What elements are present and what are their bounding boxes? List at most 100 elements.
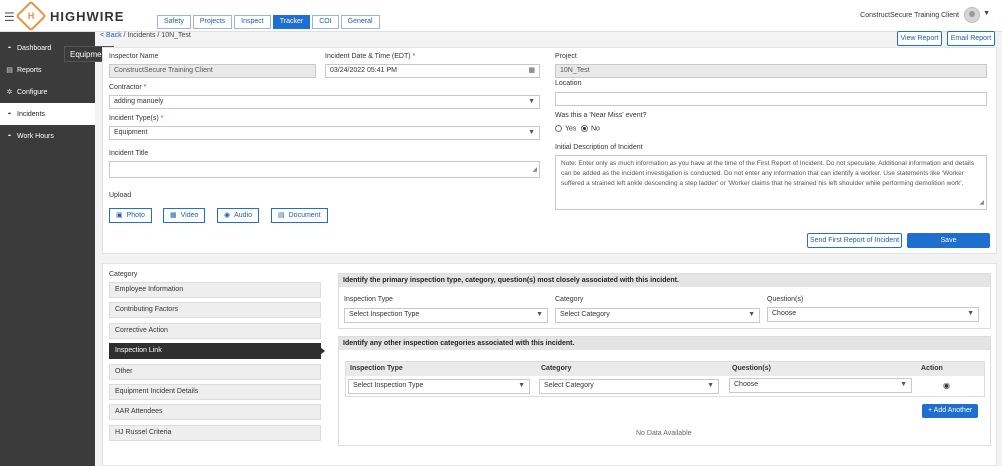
empty-state-text: No Data Available (636, 430, 692, 437)
near-miss-label: Was this a 'Near Miss' event? (555, 112, 647, 119)
avatar[interactable] (964, 7, 980, 23)
row-inspection-type-select[interactable]: Select Inspection Type ▼ (348, 379, 530, 394)
datetime-field[interactable]: 03/24/2022 05:41 PM ▦ (325, 64, 540, 78)
contractor-label: Contractor * (109, 84, 146, 91)
description-textarea[interactable]: Note: Enter only as much information as … (555, 155, 987, 210)
view-report-button[interactable]: View Report (897, 31, 942, 46)
image-icon: ▣ (116, 212, 123, 219)
sidebar-item-label: Configure (17, 88, 48, 96)
document-icon: ▤ (6, 67, 13, 74)
film-icon: ▦ (170, 212, 177, 219)
sidebar-item-work-hours[interactable]: ◓ Work Hours (0, 125, 95, 147)
dashboard-icon: ◓ (7, 44, 12, 52)
incident-title-field[interactable]: ◢ (109, 161, 540, 178)
upload-photo-button[interactable]: ▣ Photo (109, 208, 152, 223)
hamburger-menu-icon[interactable]: ☰ (4, 10, 15, 24)
category-select[interactable]: Select Category ▼ (555, 308, 760, 323)
category-item[interactable]: Employee Information (109, 282, 321, 298)
logo-mark-letter: H (27, 11, 35, 21)
document-icon: ▤ (278, 212, 285, 219)
sidebar-item-incidents[interactable]: ◓ Incidents (0, 103, 95, 125)
other-inspection-heading: Identify any other inspection categories… (339, 337, 990, 350)
category-item-active[interactable]: Inspection Link (109, 343, 325, 359)
user-name[interactable]: ConstructSecure Training Client (860, 12, 959, 19)
button-label: Audio (234, 212, 253, 219)
button-label: Photo (126, 212, 145, 219)
select-value: Select Category (560, 311, 610, 318)
tab-general[interactable]: General (340, 15, 380, 29)
tab-safety[interactable]: Safety (157, 15, 191, 29)
breadcrumb: < Back / Incidents / 10N_Test (100, 32, 191, 39)
required-marker: * (160, 115, 164, 122)
send-first-report-button[interactable]: Send First Report of Incident (807, 233, 902, 248)
category-item[interactable]: Other (109, 364, 321, 380)
chevron-down-icon: ▼ (518, 382, 525, 389)
sidebar-item-label: Incidents (17, 110, 46, 118)
incident-title-label: Incident Title (109, 150, 149, 157)
contractor-select[interactable]: adding manuely ▼ (109, 95, 540, 109)
row-category-select[interactable]: Select Category ▼ (539, 379, 719, 394)
radio-checked-icon (581, 125, 588, 132)
inspection-type-select[interactable]: Select Inspection Type ▼ (344, 308, 548, 323)
tab-inspect[interactable]: Inspect (234, 15, 271, 29)
description-placeholder: Note: Enter only as much information as … (561, 160, 974, 187)
tab-coi[interactable]: COI (312, 15, 339, 29)
audio-icon: ◉ (224, 212, 231, 219)
category-item[interactable]: Corrective Action (109, 323, 321, 339)
chevron-down-icon: ▼ (967, 310, 974, 317)
radio-label: Yes (565, 125, 577, 133)
select-value: Select Inspection Type (349, 311, 420, 318)
inspection-type-label: Inspection Type (344, 296, 393, 303)
sidebar-item-configure[interactable]: ✲ Configure (0, 81, 95, 103)
view-icon[interactable]: ◉ (943, 381, 950, 390)
button-label: Video (180, 212, 199, 219)
category-item[interactable]: HJ Russel Criteria (109, 425, 321, 441)
incident-types-label-text: Incident Type(s) (109, 115, 159, 122)
sidebar: ◓ Dashboard ▤ Reports ✲ Configure ◓ Incident… (0, 32, 95, 466)
main-tabs: Safety Projects Inspect Tracker COI Gene… (157, 15, 382, 29)
datetime-label-text: Incident Date & Time (EDT) (325, 53, 411, 60)
location-label: Location (555, 80, 582, 87)
chevron-down-icon: ▼ (707, 382, 714, 389)
row-questions-select[interactable]: Choose ▼ (729, 378, 912, 393)
upload-document-button[interactable]: ▤ Document (271, 208, 328, 223)
required-marker: * (143, 84, 147, 91)
sidebar-item-label: Reports (17, 66, 42, 74)
questions-select[interactable]: Choose ▼ (767, 307, 979, 322)
primary-inspection-heading: Identify the primary inspection type, ca… (339, 274, 990, 287)
radio-icon (555, 125, 562, 132)
location-field[interactable] (555, 92, 987, 106)
save-button[interactable]: Save (907, 233, 990, 248)
incident-types-select[interactable]: Equipment ▼ (109, 126, 540, 140)
description-label: Initial Description of Incident (555, 144, 643, 151)
category-item[interactable]: AAR Attendees (109, 404, 321, 420)
resize-handle-icon[interactable]: ◢ (532, 164, 537, 176)
breadcrumb-path: / Incidents / 10N_Test (121, 32, 191, 39)
tab-tracker[interactable]: Tracker (272, 15, 311, 29)
resize-handle-icon[interactable]: ◢ (979, 198, 984, 208)
dashboard-icon: ◓ (7, 132, 12, 140)
chevron-down-icon: ▼ (528, 129, 535, 136)
sidebar-item-label: Work Hours (17, 132, 54, 140)
brand-name: HIGHWIRE (50, 9, 125, 24)
add-another-button[interactable]: + Add Another (922, 404, 979, 418)
email-report-button[interactable]: Email Report (947, 31, 995, 46)
questions-label: Question(s) (767, 296, 804, 303)
inspector-label: Inspector Name (109, 53, 159, 60)
back-link[interactable]: < Back (100, 32, 122, 39)
near-miss-no-radio[interactable]: No (581, 125, 600, 132)
upload-video-button[interactable]: ▦ Video (163, 208, 206, 223)
contractor-value: adding manuely (114, 98, 164, 105)
near-miss-yes-radio[interactable]: Yes (555, 125, 576, 132)
upload-audio-button[interactable]: ◉ Audio (217, 208, 260, 223)
calendar-icon[interactable]: ▦ (528, 65, 535, 77)
category-item[interactable]: Equipment Incident Details (109, 384, 321, 400)
dashboard-icon: ◓ (7, 110, 12, 118)
chevron-down-icon[interactable]: ▼ (983, 10, 990, 17)
tab-projects[interactable]: Projects (192, 15, 233, 29)
required-marker: * (412, 53, 416, 60)
incident-types-label: Incident Type(s) * (109, 115, 163, 122)
highwire-logo-icon: H (15, 0, 47, 32)
gear-icon: ✲ (6, 89, 13, 96)
category-item[interactable]: Contributing Factors (109, 302, 321, 318)
